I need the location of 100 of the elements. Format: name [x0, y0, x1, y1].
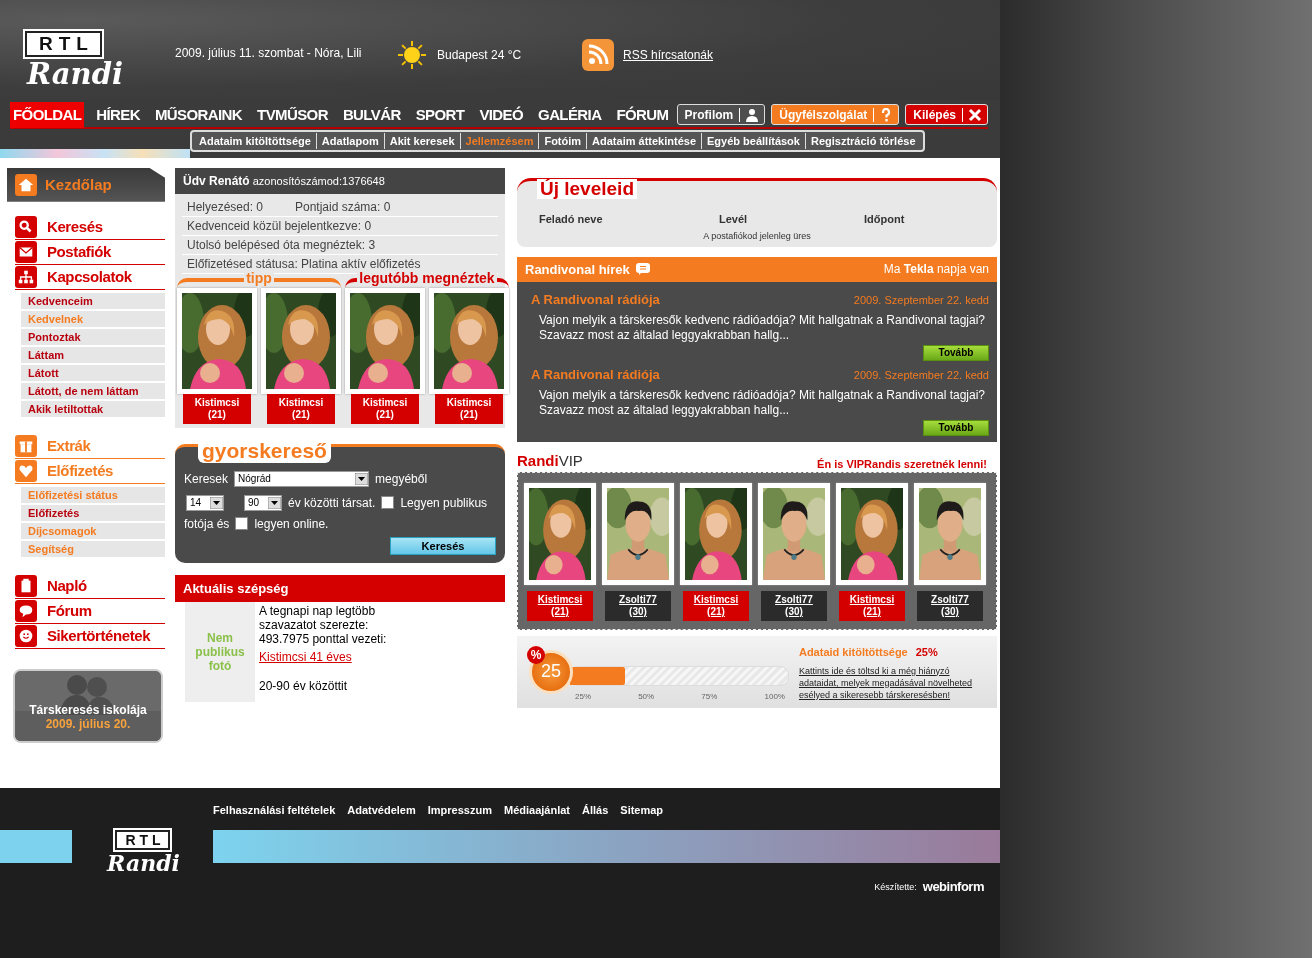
sidebar-item[interactable]: Sikertörténetek [15, 623, 165, 649]
rss-icon[interactable] [582, 38, 614, 71]
sidebar-item[interactable]: Keresés [15, 214, 165, 240]
stat-text: Előfizetésed státusa: Platina aktív előfizetés [187, 256, 421, 271]
sub-nav-link[interactable]: Adataim kitöltöttsége [194, 132, 316, 149]
profile-tag[interactable]: Kistimcsi (21) [839, 590, 905, 621]
footer-link[interactable]: Sitemap [620, 804, 664, 817]
tick-label: 75% [701, 691, 718, 701]
sidebar-item[interactable]: Postafiók [15, 239, 165, 265]
logo-rtl[interactable]: RTL [25, 30, 102, 57]
credit-label: Készítette: [874, 881, 917, 892]
logo-randi[interactable]: Randi [107, 850, 180, 877]
promo-banner[interactable]: Társkeresés iskolája 2009. július 20. [13, 668, 163, 743]
sidebar-item[interactable]: Fórum [15, 598, 165, 624]
nav-tab[interactable]: BULVÁR [339, 101, 404, 128]
footer-link[interactable]: Médiaajánlat [503, 804, 570, 817]
nav-tab[interactable]: MŰSORAINK [151, 101, 246, 128]
nav-tab[interactable]: GALÉRIA [535, 101, 605, 128]
person-icon [739, 107, 760, 122]
sidebar-item[interactable]: Kapcsolatok [15, 264, 165, 290]
nav-tab[interactable]: FŐOLDAL [10, 101, 85, 128]
footer-link[interactable]: Impresszum [427, 804, 492, 817]
logo-randi[interactable]: Randi [27, 56, 123, 91]
section-title: Randivonal hírek [525, 261, 630, 277]
stat-text: Pontjaid száma: 0 [295, 199, 391, 214]
footer-link[interactable]: Felhasználási feltételek [213, 804, 336, 817]
sub-nav-link[interactable]: Fotóim [538, 132, 587, 149]
more-button[interactable]: Tovább [923, 419, 989, 436]
stat-text: Kedvenceid közül bejelentkezve: 0 [187, 218, 372, 233]
body-text: 20-90 év közöttit [259, 678, 349, 693]
column-header: Levél [719, 212, 749, 225]
profile-tag[interactable]: Zsolti77 (30) [917, 590, 983, 621]
body-text: 493.7975 ponttal vezeti: [259, 631, 388, 646]
dropdown-arrow-icon[interactable] [268, 496, 281, 509]
profile-tag[interactable]: Kistimcsi (21) [435, 393, 503, 424]
profile-tag[interactable]: Kistimcsi (21) [183, 393, 251, 424]
profile-tag[interactable]: Kistimcsi (21) [683, 590, 749, 621]
sub-nav-link[interactable]: Egyéb beállítások [701, 132, 805, 149]
age-from-dropdown[interactable]: 14 [186, 494, 224, 511]
field-label: Keresek [184, 471, 229, 486]
empty-message: A postafiókod jelenleg üres [702, 230, 812, 241]
body-text: A tegnapi nap legtöbb szavazatot szerezte: [259, 603, 377, 632]
dropdown-arrow-icon[interactable] [355, 472, 369, 485]
news-date: 2009. Szeptember 22. kedd [853, 293, 989, 306]
profile-tag[interactable]: Zsolti77 (30) [761, 590, 827, 621]
sub-nav-link[interactable]: Adataim áttekintése [586, 132, 702, 149]
more-button[interactable]: Tovább [923, 344, 989, 361]
profile-button[interactable]: Profilom [676, 104, 766, 126]
credit-logo[interactable]: webinform [922, 879, 984, 894]
footer-link[interactable]: Adatvédelem [347, 804, 416, 817]
nav-tab[interactable]: SPORT [412, 101, 468, 128]
decorative-stripe [0, 830, 72, 864]
checkbox[interactable] [381, 496, 395, 510]
sidebar-subitem[interactable]: Látott [21, 364, 165, 381]
field-label: fotója és [184, 516, 230, 531]
sidebar-subitem[interactable]: Láttam [21, 346, 165, 363]
profile-tag[interactable]: Kistimcsi (21) [351, 393, 419, 424]
column-header: Időpont [864, 212, 906, 225]
panel-title: Új leveleid [537, 178, 637, 199]
sub-nav-link[interactable]: Adatlapom [315, 132, 384, 149]
logo-rtl[interactable]: RTL [115, 830, 170, 851]
vip-logo: Randi [517, 451, 559, 469]
nav-tab[interactable]: VIDEÓ [476, 101, 527, 128]
sidebar-item[interactable]: Napló [15, 573, 165, 599]
tick-label: 25% [575, 691, 591, 701]
nav-tab[interactable]: FÓRUM [613, 101, 672, 128]
percent-badge: % [527, 645, 545, 664]
sub-nav-link[interactable]: Regisztráció törlése [804, 132, 921, 149]
nav-tab[interactable]: TVMŰSOR [254, 101, 331, 128]
news-text: Vajon melyik a társkeresők kedvenc rádióadója? Mit hallgatnak a Randivonal tagjai? Szavazz most az általad leggyakrabban hallg... [539, 387, 987, 418]
vip-link[interactable]: Én is VIPRandis szeretnék lenni! [817, 457, 987, 470]
search-button[interactable]: Keresés [390, 536, 496, 555]
stat-text: Utolsó belépésed óta megnéztek: 3 [187, 237, 376, 252]
sidebar-subitem[interactable]: Pontoztak [21, 328, 165, 345]
profile-tag[interactable]: Kistimcsi (21) [527, 590, 593, 621]
sub-nav-link[interactable]: Akit keresek [383, 132, 460, 149]
sidebar-subitem[interactable]: Előfizetés [21, 504, 165, 521]
nav-tab[interactable]: HÍREK [93, 101, 143, 128]
column-header: Feladó neve [539, 212, 604, 225]
county-dropdown[interactable]: Nógrád [234, 470, 370, 487]
speech-bubble-icon [635, 263, 650, 276]
sidebar-subitem[interactable]: Kedvenceim [21, 292, 165, 309]
field-label: megyéből [375, 471, 428, 486]
dropdown-arrow-icon[interactable] [210, 496, 223, 509]
profile-link[interactable]: Kistimcsi 41 éves [259, 649, 409, 664]
completion-link[interactable]: Kattints ide és töltsd ki a még hiányzó adataidat, melyek megadásával növelheted esélyed a sikeresebb társkeresésben! [798, 664, 991, 701]
sidebar-subitem[interactable]: Látott, de nem láttam [21, 382, 165, 399]
close-icon [962, 107, 982, 122]
sun-icon [397, 39, 427, 70]
footer-link[interactable]: Állás [582, 804, 609, 817]
stat-text: Helyezésed: 0 [187, 199, 265, 214]
profile-tag[interactable]: Kistimcsi (21) [267, 393, 335, 424]
logout-button[interactable]: Kilépés [905, 104, 988, 126]
news-date: 2009. Szeptember 22. kedd [853, 368, 989, 381]
sidebar-subitem[interactable]: Akik letiltottak [21, 400, 165, 417]
checkbox[interactable] [235, 517, 249, 531]
section-header: Aktuális szépség [175, 574, 505, 602]
profile-tag[interactable]: Zsolti77 (30) [605, 590, 671, 621]
rss-link[interactable]: RSS hírcsatonák [623, 47, 714, 62]
age-to-dropdown[interactable]: 90 [244, 494, 282, 511]
